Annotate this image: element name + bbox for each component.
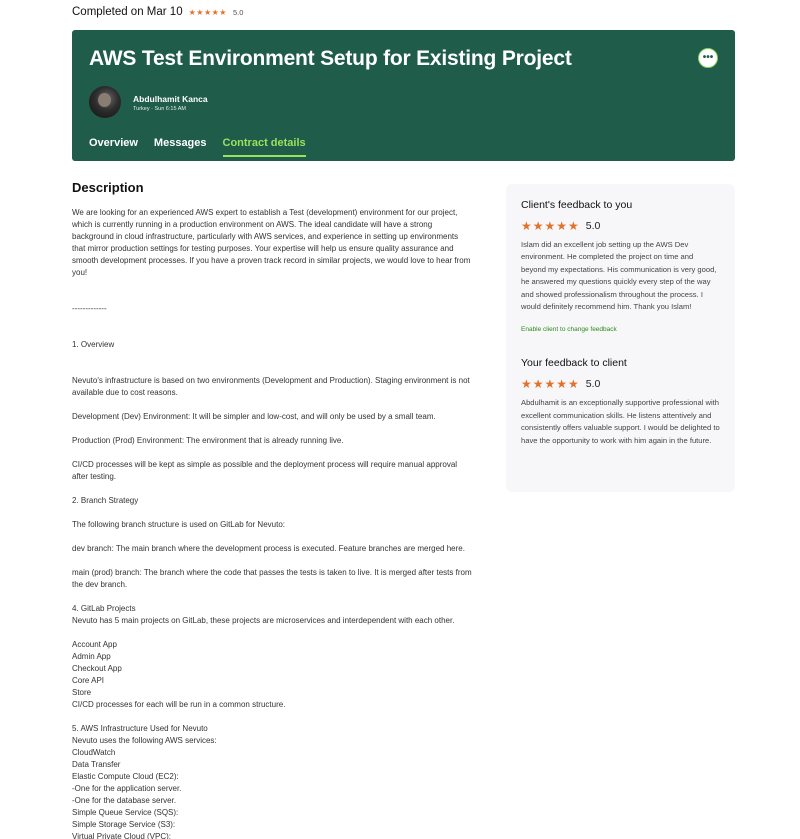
client-name[interactable]: Abdulhamit Kanca bbox=[133, 94, 208, 104]
rating-value: 5.0 bbox=[585, 220, 601, 232]
description-section: Description We are looking for an experi… bbox=[72, 180, 492, 839]
description-title: Description bbox=[72, 180, 144, 195]
completion-date: Completed on Mar 10 bbox=[72, 6, 183, 18]
job-title: AWS Test Environment Setup for Existing … bbox=[89, 47, 572, 70]
description-text: We are looking for an experienced AWS ex… bbox=[72, 208, 472, 839]
more-options-button[interactable]: ••• bbox=[698, 48, 718, 68]
completion-status: Completed on Mar 10 ★★★★★ 5.0 bbox=[72, 5, 243, 19]
star-rating-icons: ★★★★★ bbox=[188, 7, 227, 17]
your-feedback-block: Your feedback to client ★★★★★ 5.0 Abdulh… bbox=[521, 357, 720, 447]
tab-overview[interactable]: Overview bbox=[89, 137, 138, 157]
contract-header: AWS Test Environment Setup for Existing … bbox=[72, 30, 735, 161]
feedback-panel: Client's feedback to you ★★★★★ 5.0 Islam… bbox=[506, 184, 735, 492]
your-feedback-title: Your feedback to client bbox=[521, 357, 627, 370]
star-rating-icons: ★★★★★ bbox=[521, 377, 580, 392]
enable-change-feedback-link[interactable]: Enable client to change feedback bbox=[521, 326, 720, 333]
contract-tabs: Overview Messages Contract details bbox=[89, 137, 322, 157]
your-feedback-rating: ★★★★★ 5.0 bbox=[521, 377, 720, 391]
tab-contract-details[interactable]: Contract details bbox=[222, 137, 306, 157]
more-icon: ••• bbox=[702, 52, 714, 63]
rating-value: 5.0 bbox=[232, 7, 244, 17]
client-feedback-block: Client's feedback to you ★★★★★ 5.0 Islam… bbox=[521, 199, 720, 333]
client-feedback-text: Islam did an excellent job setting up th… bbox=[521, 240, 717, 312]
client-avatar bbox=[89, 86, 121, 118]
client-feedback-title: Client's feedback to you bbox=[521, 199, 633, 211]
rating-value: 5.0 bbox=[585, 378, 601, 391]
client-feedback-rating: ★★★★★ 5.0 bbox=[521, 219, 720, 233]
your-feedback-text: Abdulhamit is an exceptionally supportiv… bbox=[521, 398, 720, 445]
star-rating-icons: ★★★★★ bbox=[521, 219, 580, 233]
tab-messages[interactable]: Messages bbox=[154, 137, 207, 157]
client-location-time: Turkey · Sun 6:15 AM bbox=[133, 106, 186, 112]
